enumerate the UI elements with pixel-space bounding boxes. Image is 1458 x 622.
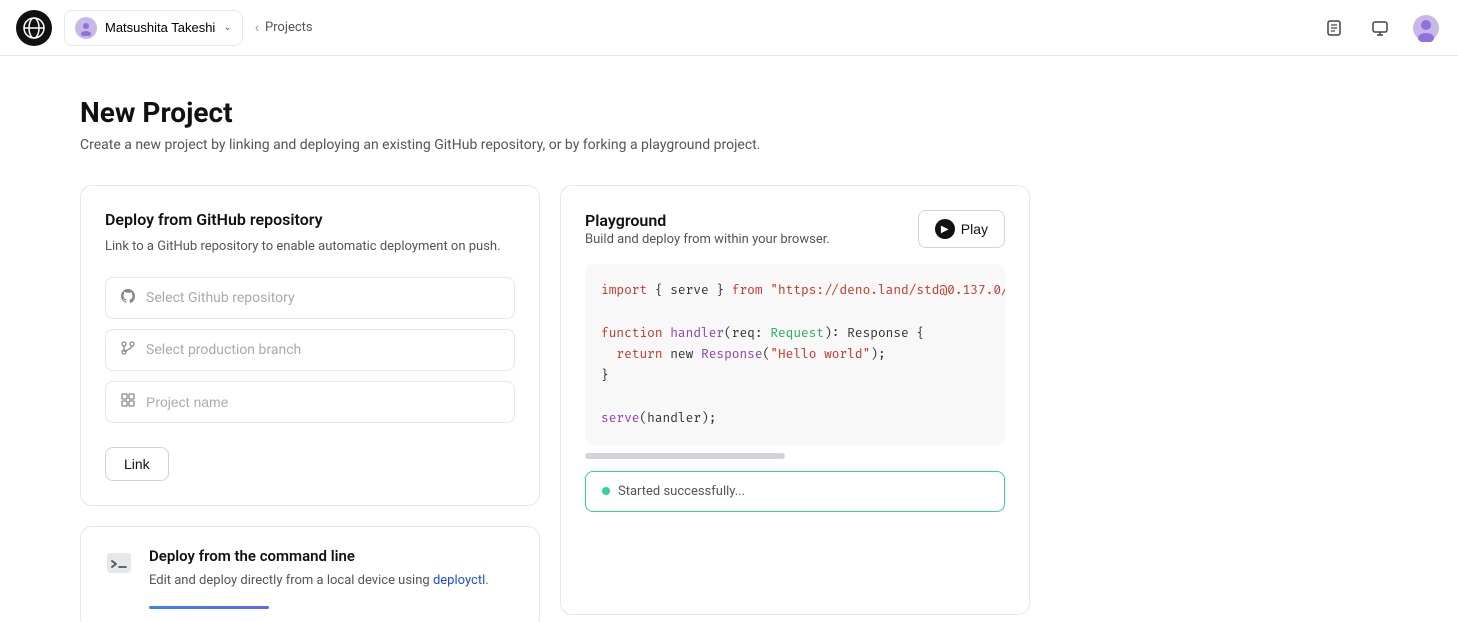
topnav-left: Matsushita Takeshi ⌄ ‹ Projects bbox=[16, 10, 313, 46]
deployctl-link[interactable]: deployctl bbox=[433, 573, 485, 588]
repo-placeholder: Select Github repository bbox=[146, 290, 295, 306]
topnav: Matsushita Takeshi ⌄ ‹ Projects bbox=[0, 0, 1458, 56]
play-button[interactable]: ▶ Play bbox=[918, 210, 1005, 248]
user-avatar bbox=[75, 17, 97, 39]
breadcrumb: ‹ Projects bbox=[255, 20, 313, 36]
user-name: Matsushita Takeshi bbox=[105, 20, 215, 35]
github-deploy-card: Deploy from GitHub repository Link to a … bbox=[80, 185, 540, 506]
branch-icon bbox=[120, 340, 136, 360]
cli-card-desc: Edit and deploy directly from a local de… bbox=[149, 571, 489, 591]
github-card-title: Deploy from GitHub repository bbox=[105, 210, 515, 229]
cli-card-content: Deploy from the command line Edit and de… bbox=[149, 547, 489, 610]
playground-subtitle: Build and deploy from within your browse… bbox=[585, 232, 830, 247]
cli-card-title: Deploy from the command line bbox=[149, 547, 489, 565]
breadcrumb-projects-link[interactable]: Projects bbox=[265, 20, 313, 35]
result-box: Started successfully... bbox=[585, 471, 1005, 512]
project-name-input[interactable] bbox=[146, 394, 500, 410]
user-menu-button[interactable]: Matsushita Takeshi ⌄ bbox=[64, 10, 243, 46]
page-title: New Project bbox=[80, 96, 1378, 129]
playground-header: Playground Build and deploy from within … bbox=[585, 210, 1005, 248]
terminal-icon bbox=[105, 549, 133, 583]
code-line-3: function handler(req: Request): Response… bbox=[601, 323, 989, 344]
playground-title-block: Playground Build and deploy from within … bbox=[585, 211, 830, 247]
topnav-right bbox=[1318, 12, 1442, 44]
code-line-2 bbox=[601, 301, 989, 322]
code-line-6 bbox=[601, 386, 989, 407]
code-line-1: import { serve } from "https://deno.land… bbox=[601, 280, 989, 301]
notifications-icon[interactable] bbox=[1364, 12, 1396, 44]
project-name-field[interactable] bbox=[105, 381, 515, 423]
result-status-dot bbox=[602, 487, 610, 495]
branch-placeholder: Select production branch bbox=[146, 342, 301, 358]
play-icon: ▶ bbox=[935, 219, 955, 239]
chevron-down-icon: ⌄ bbox=[223, 22, 231, 33]
cli-progress-bar bbox=[149, 606, 269, 609]
github-repo-icon bbox=[120, 288, 136, 308]
link-button[interactable]: Link bbox=[105, 447, 169, 481]
page-subtitle: Create a new project by linking and depl… bbox=[80, 137, 1378, 153]
avatar-icon[interactable] bbox=[1410, 12, 1442, 44]
code-line-7: serve(handler); bbox=[601, 408, 989, 429]
code-line-4: return new Response("Hello world"); bbox=[601, 344, 989, 365]
project-icon bbox=[120, 392, 136, 412]
cards-row: Deploy from GitHub repository Link to a … bbox=[80, 185, 1378, 622]
play-button-label: Play bbox=[961, 221, 988, 237]
breadcrumb-arrow-icon: ‹ bbox=[255, 20, 259, 36]
playground-card: Playground Build and deploy from within … bbox=[560, 185, 1030, 615]
code-scrollbar[interactable] bbox=[585, 453, 785, 459]
code-editor[interactable]: import { serve } from "https://deno.land… bbox=[585, 264, 1005, 445]
docs-icon[interactable] bbox=[1318, 12, 1350, 44]
cli-deploy-card: Deploy from the command line Edit and de… bbox=[80, 526, 540, 622]
playground-title: Playground bbox=[585, 211, 830, 230]
github-card-desc: Link to a GitHub repository to enable au… bbox=[105, 237, 515, 257]
left-column: Deploy from GitHub repository Link to a … bbox=[80, 185, 540, 622]
app-logo bbox=[16, 10, 52, 46]
repo-select-field[interactable]: Select Github repository bbox=[105, 277, 515, 319]
branch-select-field[interactable]: Select production branch bbox=[105, 329, 515, 371]
result-text: Started successfully... bbox=[618, 484, 745, 499]
code-line-5: } bbox=[601, 365, 989, 386]
main-content: New Project Create a new project by link… bbox=[0, 56, 1458, 622]
